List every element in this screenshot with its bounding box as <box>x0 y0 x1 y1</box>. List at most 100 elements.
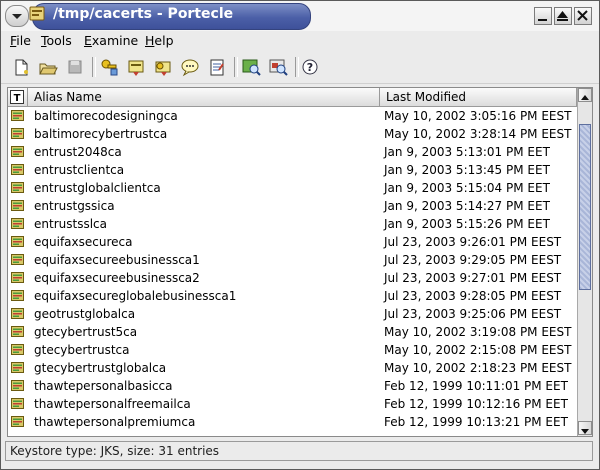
trusted-certificate-icon <box>11 164 24 175</box>
table-row[interactable]: entrustclientca Jan 9, 2003 5:13:45 PM EE… <box>8 161 577 179</box>
arrow-down-icon <box>581 429 589 434</box>
import-certificate-button[interactable] <box>125 56 147 78</box>
set-password-button[interactable] <box>179 56 201 78</box>
keystore-table[interactable]: T Alias Name Last Modified baltimorecode… <box>7 87 593 437</box>
alias-cell: entrust2048ca <box>34 145 122 159</box>
table-row[interactable]: baltimorecodesigningca May 10, 2002 3:05:… <box>8 107 577 125</box>
menu-examine[interactable]: Examine <box>84 33 138 48</box>
minimize-icon <box>538 19 547 21</box>
new-keystore-button[interactable] <box>10 56 32 78</box>
table-row[interactable]: equifaxsecureebusinessca2 Jul 23, 2003 9:… <box>8 269 577 287</box>
alias-cell: equifaxsecureca <box>34 235 133 249</box>
last-modified-cell: May 10, 2002 2:15:08 PM EEST <box>384 343 572 357</box>
last-modified-cell: Jul 23, 2003 9:25:06 PM EEST <box>384 307 562 321</box>
last-modified-cell: Jan 9, 2003 5:15:04 PM EET <box>384 181 550 195</box>
examine-ssl-icon <box>269 59 288 76</box>
vertical-scrollbar[interactable] <box>577 88 592 436</box>
alias-cell: entrustsslca <box>34 217 107 231</box>
keystore-report-button[interactable] <box>206 56 228 78</box>
trusted-certificate-icon <box>11 290 24 301</box>
close-button[interactable] <box>574 7 592 25</box>
window-menu-button[interactable] <box>5 5 29 27</box>
alias-cell: thawtepersonalpremiumca <box>34 415 196 429</box>
close-icon <box>577 10 588 21</box>
scroll-thumb[interactable] <box>579 124 591 290</box>
table-row[interactable]: gtecybertrust5ca May 10, 2002 3:19:08 PM … <box>8 323 577 341</box>
minimize-button[interactable] <box>534 7 552 25</box>
table-row[interactable]: equifaxsecureebusinessca1 Jul 23, 2003 9:… <box>8 251 577 269</box>
table-row[interactable]: entrust2048ca Jan 9, 2003 5:13:01 PM EET <box>8 143 577 161</box>
alias-cell: baltimorecodesigningca <box>34 109 178 123</box>
table-row[interactable]: geotrustglobalca Jul 23, 2003 9:25:06 PM … <box>8 305 577 323</box>
trusted-certificate-icon <box>11 146 24 157</box>
trusted-certificate-icon <box>11 416 24 427</box>
table-row[interactable]: equifaxsecureglobalebusinessca1 Jul 23, 2… <box>8 287 577 305</box>
table-row[interactable]: gtecybertrustca May 10, 2002 2:15:08 PM E… <box>8 341 577 359</box>
alias-cell: entrustglobalclientca <box>34 181 161 195</box>
table-row[interactable]: thawtepersonalfreemailca Feb 12, 1999 10:… <box>8 395 577 413</box>
table-row[interactable]: gtecybertrustglobalca May 10, 2002 2:18:2… <box>8 359 577 377</box>
svg-text:T: T <box>14 93 21 104</box>
alias-cell: thawtepersonalbasicca <box>34 379 173 393</box>
import-certificate-icon <box>128 60 144 76</box>
alias-cell: entrustgssica <box>34 199 115 213</box>
trusted-certificate-icon <box>11 200 24 211</box>
table-row[interactable]: entrustgssica Jan 9, 2003 5:14:27 PM EET <box>8 197 577 215</box>
open-keystore-icon <box>39 63 58 75</box>
examine-ssl-button[interactable] <box>267 56 289 78</box>
trusted-certificate-icon <box>11 272 24 283</box>
alias-cell: gtecybertrust5ca <box>34 325 138 339</box>
menu-tools[interactable]: Tools <box>41 33 72 48</box>
table-row[interactable]: baltimorecybertrustca May 10, 2002 3:28:1… <box>8 125 577 143</box>
trusted-certificate-icon <box>11 182 24 193</box>
last-modified-cell: Jan 9, 2003 5:15:26 PM EET <box>384 217 550 231</box>
alias-cell: gtecybertrustglobalca <box>34 361 167 375</box>
open-keystore-button[interactable] <box>37 56 59 78</box>
generate-keypair-button[interactable] <box>98 56 120 78</box>
title-bar[interactable]: /tmp/cacerts - Portecle <box>1 1 599 31</box>
column-type-header[interactable]: T <box>8 88 28 106</box>
import-keypair-icon <box>155 61 171 76</box>
new-keystore-icon <box>15 59 28 76</box>
column-last-modified-header[interactable]: Last Modified <box>380 88 577 106</box>
scroll-down-button[interactable] <box>578 421 592 435</box>
last-modified-cell: May 10, 2002 2:18:23 PM EEST <box>384 361 572 375</box>
table-row[interactable]: entrustglobalclientca Jan 9, 2003 5:15:04… <box>8 179 577 197</box>
alias-cell: baltimorecybertrustca <box>34 127 168 141</box>
import-keypair-button[interactable] <box>152 56 174 78</box>
last-modified-cell: Jul 23, 2003 9:28:05 PM EEST <box>384 289 562 303</box>
alias-cell: equifaxsecureebusinessca1 <box>34 253 200 267</box>
toolbar-separator <box>92 57 96 77</box>
menu-help[interactable]: Help <box>145 33 174 48</box>
menu-bar: File Tools Examine Help <box>1 31 599 51</box>
alias-cell: equifaxsecureebusinessca2 <box>34 271 200 285</box>
examine-certificate-button[interactable] <box>240 56 262 78</box>
last-modified-cell: Feb 12, 1999 10:13:21 PM EET <box>384 415 568 429</box>
scroll-up-button[interactable] <box>578 88 592 102</box>
table-row[interactable]: thawtepersonalbasicca Feb 12, 1999 10:11:… <box>8 377 577 395</box>
column-alias-header[interactable]: Alias Name <box>28 88 380 106</box>
save-keystore-button[interactable] <box>64 56 86 78</box>
maximize-button[interactable] <box>554 7 572 25</box>
portecle-window: /tmp/cacerts - Portecle File Tools Exami… <box>0 0 600 470</box>
svg-text:?: ? <box>307 61 313 74</box>
table-row[interactable]: equifaxsecureca Jul 23, 2003 9:26:01 PM E… <box>8 233 577 251</box>
table-row[interactable]: thawtepersonalpremiumca Feb 12, 1999 10:1… <box>8 413 577 431</box>
help-button[interactable]: ? <box>299 56 321 78</box>
table-header: T Alias Name Last Modified <box>8 88 592 107</box>
table-body: baltimorecodesigningca May 10, 2002 3:05:… <box>8 107 577 435</box>
trusted-certificate-icon <box>11 254 24 265</box>
last-modified-cell: Jan 9, 2003 5:13:45 PM EET <box>384 163 550 177</box>
last-modified-cell: Jan 9, 2003 5:14:27 PM EET <box>384 199 550 213</box>
menu-file[interactable]: File <box>10 33 31 48</box>
toolbar: ? <box>1 51 599 84</box>
trusted-certificate-icon <box>11 326 24 337</box>
last-modified-cell: Jul 23, 2003 9:27:01 PM EEST <box>384 271 562 285</box>
last-modified-cell: Jul 23, 2003 9:26:01 PM EEST <box>384 235 562 249</box>
last-modified-cell: Jul 23, 2003 9:29:05 PM EEST <box>384 253 562 267</box>
trusted-certificate-icon <box>11 362 24 373</box>
alias-cell: geotrustglobalca <box>34 307 136 321</box>
table-row[interactable]: entrustsslca Jan 9, 2003 5:15:26 PM EET <box>8 215 577 233</box>
last-modified-cell: May 10, 2002 3:19:08 PM EEST <box>384 325 572 339</box>
trusted-certificate-icon <box>11 236 24 247</box>
